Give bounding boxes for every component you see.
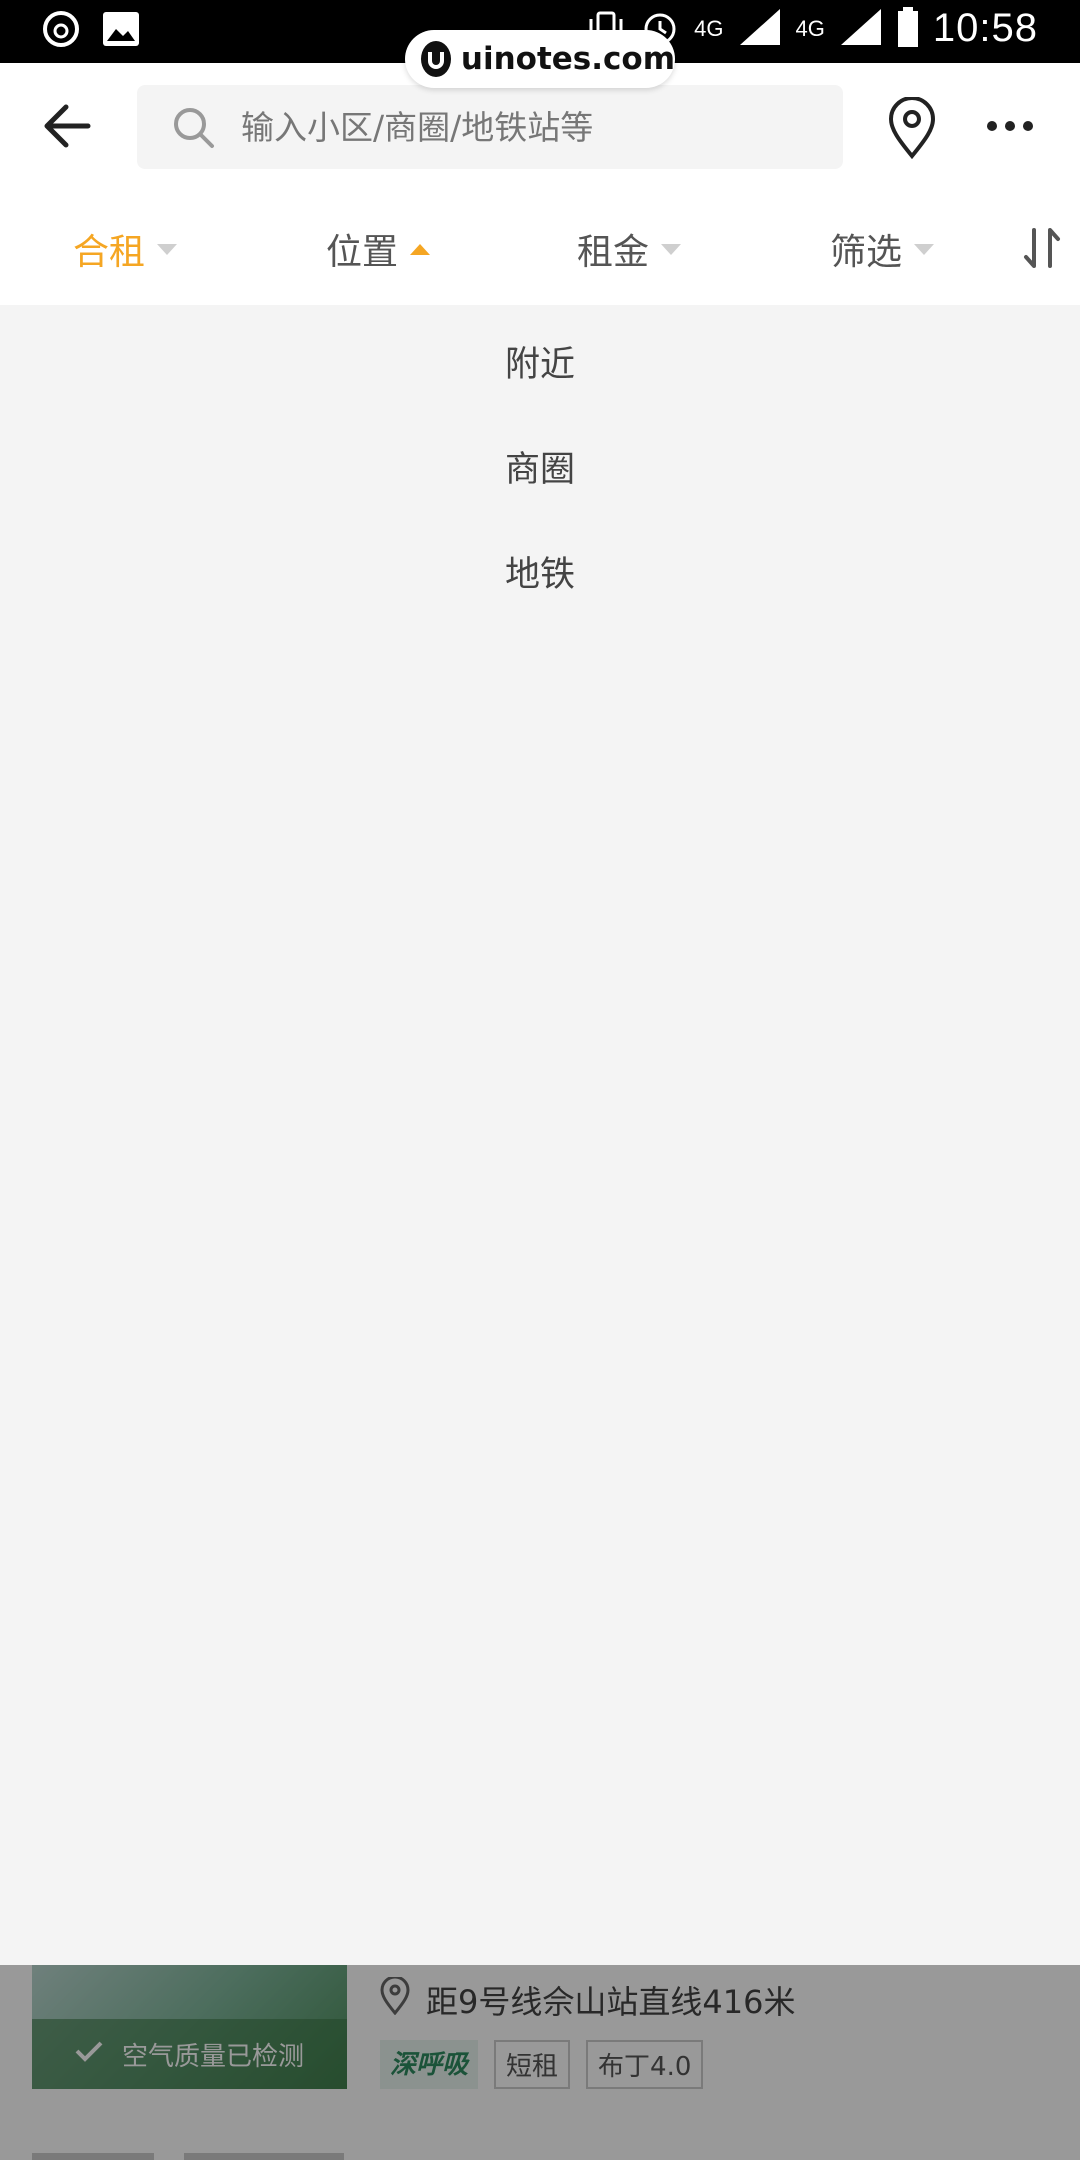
filter-tab-label: 筛选 bbox=[830, 232, 903, 273]
watermark-text: uinotes.com bbox=[460, 41, 675, 77]
caret-down-icon bbox=[157, 243, 178, 255]
location-pin-icon[interactable] bbox=[888, 96, 936, 160]
uinotes-logo-icon bbox=[421, 41, 451, 77]
filter-tab-rent[interactable]: 租金 bbox=[577, 223, 682, 275]
filter-tab-label: 租金 bbox=[577, 232, 650, 273]
filter-tab-label: 合租 bbox=[73, 232, 146, 273]
search-box[interactable] bbox=[137, 85, 843, 169]
network-type-1: 4G bbox=[694, 15, 724, 41]
dim-overlay[interactable] bbox=[0, 1965, 1080, 2160]
gallery-icon bbox=[102, 11, 140, 51]
caret-down-icon bbox=[661, 243, 682, 255]
signal-icon bbox=[738, 7, 782, 51]
filter-tab-share[interactable]: 合租 bbox=[73, 223, 178, 275]
more-options-icon[interactable] bbox=[985, 113, 1035, 139]
battery-icon bbox=[897, 6, 919, 51]
search-icon bbox=[171, 105, 215, 149]
caret-down-icon bbox=[914, 243, 935, 255]
network-type-2: 4G bbox=[795, 15, 825, 41]
search-input[interactable] bbox=[241, 85, 821, 169]
filter-tab-label: 位置 bbox=[326, 232, 399, 273]
signal-icon-2 bbox=[839, 7, 883, 51]
dropdown-option-subway[interactable]: 地铁 bbox=[0, 546, 1080, 597]
filter-tab-filter[interactable]: 筛选 bbox=[830, 223, 935, 275]
netease-music-icon bbox=[42, 10, 80, 52]
caret-up-icon bbox=[410, 243, 431, 255]
watermark-pill: uinotes.com bbox=[405, 30, 675, 88]
clock: 10:58 bbox=[932, 6, 1038, 50]
location-dropdown-panel: 附近 商圈 地铁 bbox=[0, 305, 1080, 1965]
sort-icon[interactable] bbox=[1022, 226, 1062, 270]
filter-bar: 合租 位置 租金 筛选 bbox=[0, 189, 1080, 305]
dropdown-option-business-area[interactable]: 商圈 bbox=[0, 441, 1080, 492]
dropdown-option-nearby[interactable]: 附近 bbox=[0, 336, 1080, 387]
back-arrow-icon[interactable] bbox=[40, 99, 98, 153]
filter-tab-location[interactable]: 位置 bbox=[326, 223, 431, 275]
